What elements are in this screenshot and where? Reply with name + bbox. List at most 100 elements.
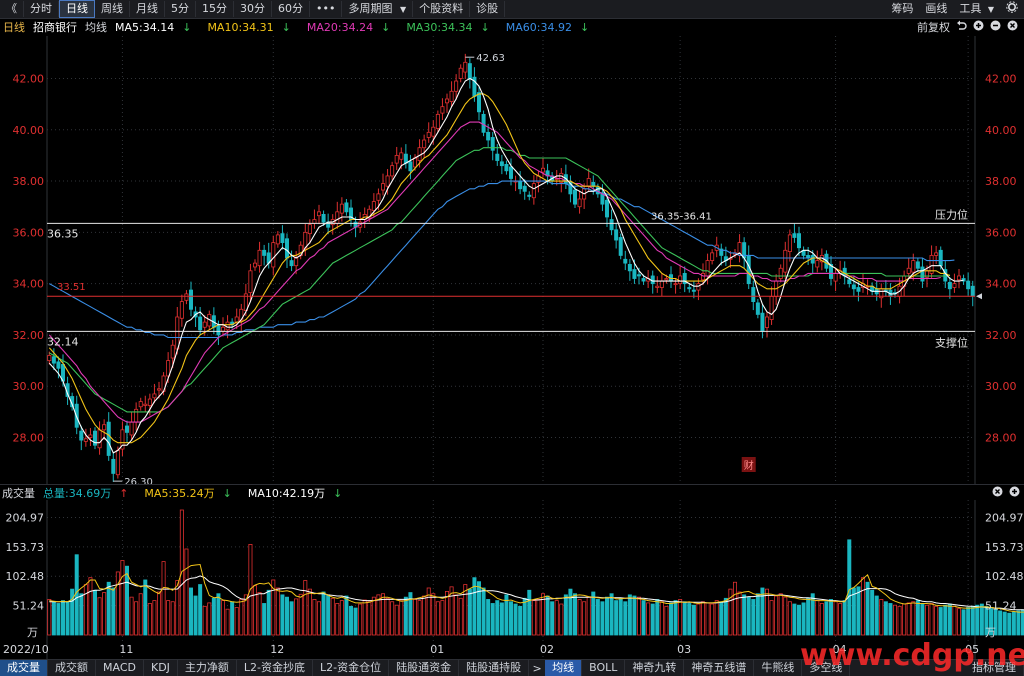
current-price-marker xyxy=(976,293,982,300)
candle-up xyxy=(147,398,152,406)
volume-bar-down xyxy=(632,595,637,636)
volume-bar-up xyxy=(138,593,143,636)
candle-down xyxy=(650,275,655,285)
close-icon[interactable] xyxy=(1007,20,1018,34)
tools-label: 工具 xyxy=(959,2,982,15)
zoom-in-icon[interactable] xyxy=(973,20,984,34)
volume-bar-down xyxy=(669,602,674,636)
candle-down xyxy=(262,249,267,256)
tab-long-short[interactable]: 多空线 xyxy=(802,660,851,676)
stock-name[interactable]: 招商银行 xyxy=(33,19,77,35)
more-periods-button[interactable]: ••• xyxy=(310,1,343,17)
candlestick-chart[interactable]: 36.35 压力位 32.14 支撑位 33.51 36.35-36.41 42.63 26.… xyxy=(0,36,1024,484)
tab-30min[interactable]: 30分 xyxy=(234,1,272,17)
tab-magic-nine[interactable]: 神奇九转 xyxy=(625,660,685,676)
tab-5min[interactable]: 5分 xyxy=(165,1,196,17)
chevron-down-icon: ▼ xyxy=(399,5,407,14)
ma60-value: MA60:34.92 ↓ xyxy=(506,21,597,34)
candle-up xyxy=(778,267,783,279)
candle-down xyxy=(938,249,943,267)
volume-unit-left: 万 xyxy=(27,626,38,639)
tab-turnover[interactable]: 成交额 xyxy=(48,660,96,676)
volume-bar-down xyxy=(499,602,504,636)
volume-chart[interactable]: 204.97 204.97 153.73 153.73 102.48 102.48 51.2… xyxy=(0,500,1024,659)
candle-down xyxy=(486,131,491,141)
tab-bull-bear[interactable]: 牛熊线 xyxy=(754,660,803,676)
tab-l2-position[interactable]: L2-资金仓位 xyxy=(313,660,390,676)
draw-line-button[interactable]: 画线 xyxy=(919,1,953,17)
volume-bar-down xyxy=(792,603,797,636)
volume-bar-up xyxy=(120,560,125,636)
indicator-manage-button[interactable]: 指标管理 xyxy=(965,660,1024,676)
tab-monthly[interactable]: 月线 xyxy=(130,1,165,17)
candle-up xyxy=(655,285,660,288)
candle-down xyxy=(527,194,532,197)
volume-bar-down xyxy=(321,591,326,636)
tab-magic-five[interactable]: 神奇五线谱 xyxy=(684,660,755,676)
volume-bar-down xyxy=(284,596,289,636)
candle-up xyxy=(431,126,436,137)
candle-down xyxy=(56,361,61,369)
tab-hk-connect-funds[interactable]: 陆股通资金 xyxy=(389,660,460,676)
volume-ma10-text: MA10:42.19万 xyxy=(247,487,326,500)
volume-bar-up xyxy=(399,600,404,636)
volume-bar-up xyxy=(275,587,280,636)
tab-weekly[interactable]: 周线 xyxy=(95,1,130,17)
volume-bar-up xyxy=(316,601,321,636)
tab-l2-bottom[interactable]: L2-资金抄底 xyxy=(237,660,314,676)
chips-button[interactable]: 筹码 xyxy=(885,1,919,17)
tab-60min[interactable]: 60分 xyxy=(272,1,310,17)
tab-kdj[interactable]: KDJ xyxy=(144,660,178,676)
adjust-mode-button[interactable]: 前复权 xyxy=(917,19,950,35)
back-button[interactable]: 《 xyxy=(0,1,24,17)
candle-up xyxy=(659,280,664,288)
tab-hk-connect-holdings[interactable]: 陆股通持股 xyxy=(459,660,530,676)
candle-down xyxy=(614,229,619,241)
tab-ma[interactable]: 均线 xyxy=(545,660,583,676)
gear-icon[interactable] xyxy=(1000,1,1024,17)
volume-bar-down xyxy=(1016,610,1021,636)
undo-icon[interactable] xyxy=(956,20,967,34)
tab-boll[interactable]: BOLL xyxy=(582,660,626,676)
multi-period-button[interactable]: 多周期图 ▼ xyxy=(342,1,414,17)
candle-up xyxy=(339,203,344,214)
tabs-scroll-button[interactable]: > xyxy=(529,662,545,675)
tab-intraday[interactable]: 分时 xyxy=(24,1,59,17)
candle-up xyxy=(673,283,678,286)
candle-up xyxy=(102,424,107,431)
volume-bar-up xyxy=(769,600,774,636)
volume-bar-up xyxy=(358,603,363,636)
candle-down xyxy=(618,237,623,256)
volume-bar-down xyxy=(687,603,692,636)
tab-volume[interactable]: 成交量 xyxy=(0,660,48,676)
volume-bar-up xyxy=(376,594,381,636)
candle-up xyxy=(911,260,916,273)
volume-close-icon[interactable] xyxy=(1009,486,1020,500)
diagnose-button[interactable]: 诊股 xyxy=(470,1,506,17)
stock-info-button[interactable]: 个股资料 xyxy=(413,1,471,17)
volume-bar-up xyxy=(664,605,669,636)
volume-settings-icon[interactable] xyxy=(992,486,1003,500)
candle-up xyxy=(88,434,93,438)
ma-label[interactable]: 均线 xyxy=(85,19,107,35)
volume-bar-up xyxy=(252,585,257,636)
tab-15min[interactable]: 15分 xyxy=(196,1,234,17)
tools-button[interactable]: 工具 ▼ xyxy=(953,1,1000,17)
price-tick-right: 42.00 xyxy=(985,72,1017,85)
tab-daily[interactable]: 日线 xyxy=(59,0,95,18)
volume-bar-up xyxy=(678,599,683,636)
candle-up xyxy=(696,283,701,291)
price-tick-left: 38.00 xyxy=(13,175,45,188)
candle-up xyxy=(275,234,280,245)
volume-bar-down xyxy=(143,579,148,636)
volume-bar-up xyxy=(47,599,52,636)
x-tick-label: 04 xyxy=(833,643,847,656)
tab-main-net[interactable]: 主力净额 xyxy=(178,660,237,676)
price-tick-left: 30.00 xyxy=(13,380,45,393)
volume-bar-down xyxy=(211,597,216,636)
tab-macd[interactable]: MACD xyxy=(96,660,144,676)
zoom-out-icon[interactable] xyxy=(990,20,1001,34)
volume-bar-up xyxy=(463,584,468,636)
volume-bar-up xyxy=(161,561,166,636)
volume-tick-right: 204.97 xyxy=(985,511,1024,524)
